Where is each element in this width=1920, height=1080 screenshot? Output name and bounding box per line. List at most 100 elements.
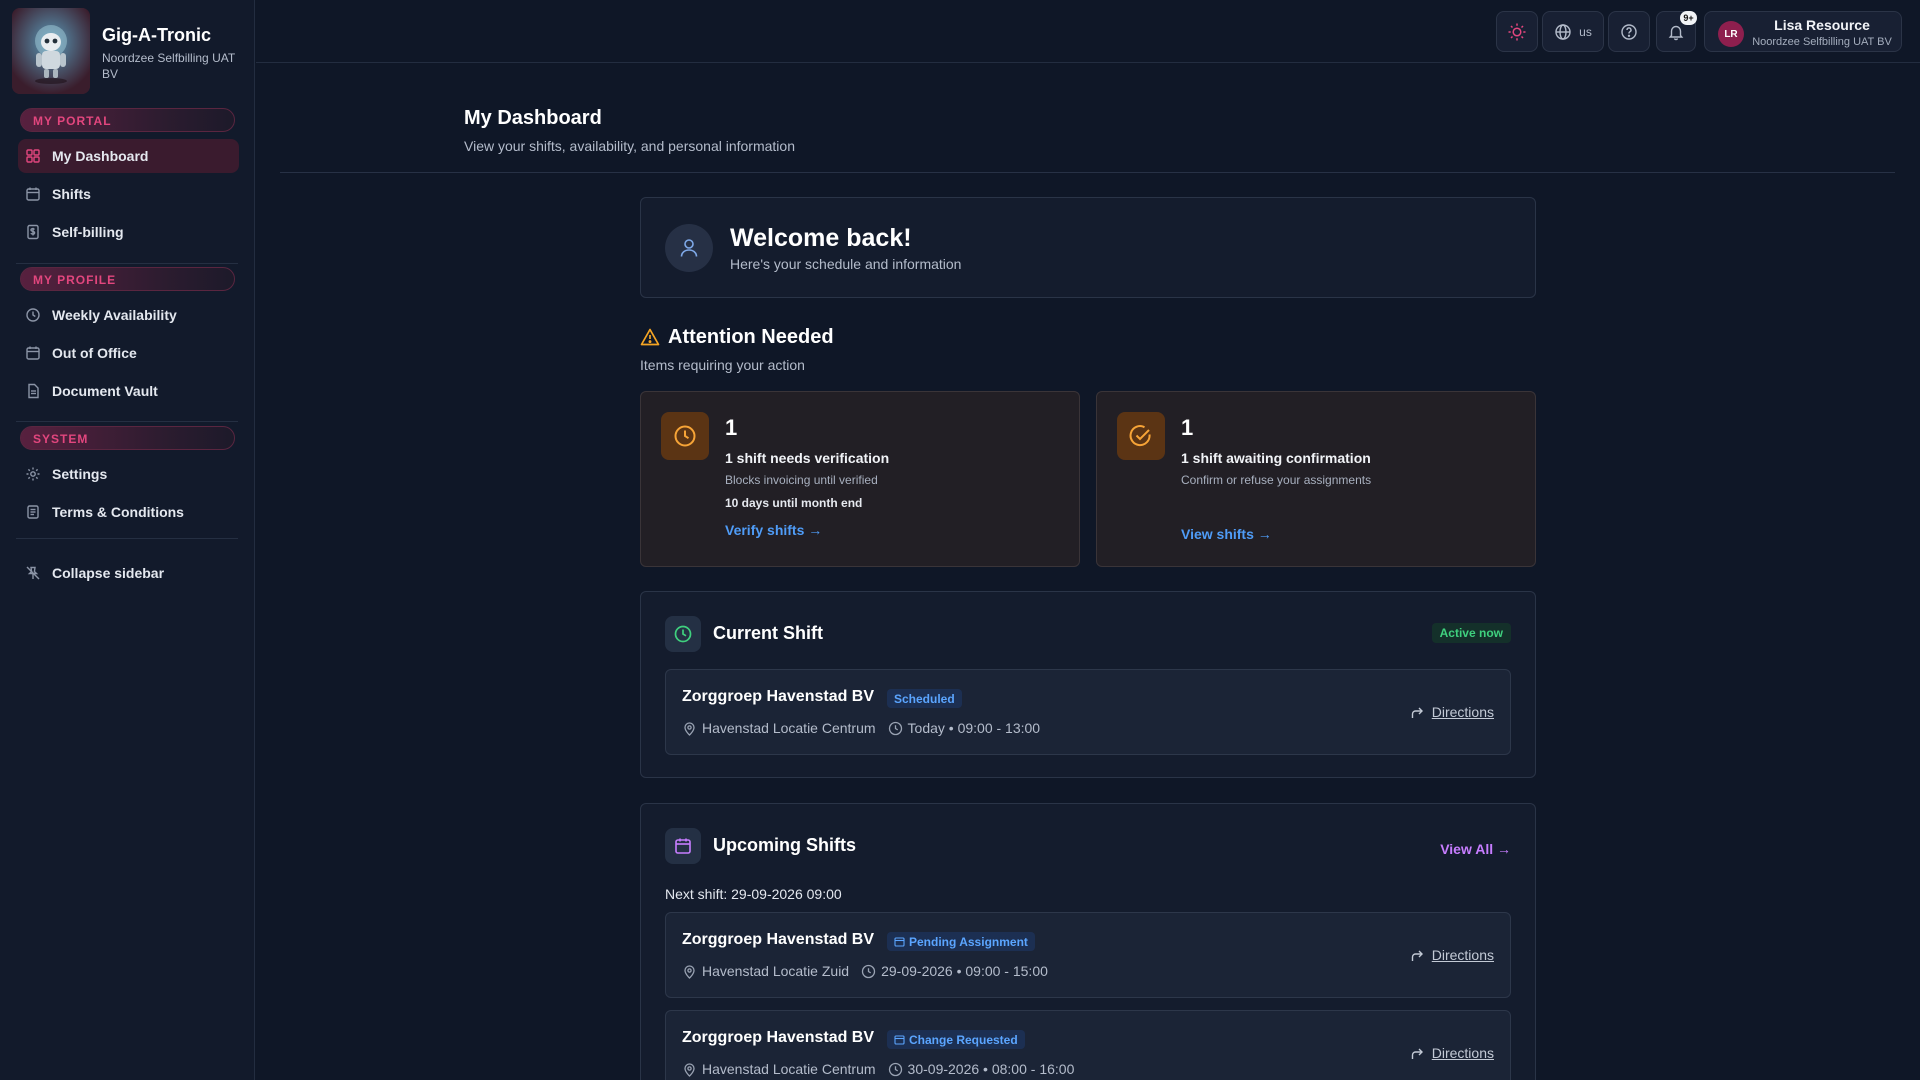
collapse-sidebar-button[interactable]: Collapse sidebar <box>18 556 239 590</box>
shift-location: Havenstad Locatie Zuid <box>702 963 850 979</box>
attention-title: Attention Needed <box>668 326 834 348</box>
upcoming-shifts-title: Upcoming Shifts <box>713 835 856 855</box>
language-selector[interactable]: us <box>1542 11 1604 52</box>
bell-icon <box>1667 23 1685 41</box>
sidebar-item-label: Out of Office <box>52 345 137 361</box>
alert-title: 1 shift awaiting confirmation <box>1181 450 1371 466</box>
clock-icon <box>661 412 709 460</box>
notifications-button[interactable]: 9+ <box>1656 11 1697 52</box>
avatar: LR <box>1718 21 1744 47</box>
map-pin-icon <box>682 721 697 736</box>
sidebar-item-label: Shifts <box>52 186 91 202</box>
shift-meta: Havenstad Locatie Centrum 30-09-2026 • 0… <box>682 1061 1074 1077</box>
sidebar-item-shifts[interactable]: Shifts <box>18 177 239 211</box>
sidebar: Gig-A-Tronic Noordzee Selfbilling UAT BV… <box>0 0 255 1080</box>
shift-time: Today • 09:00 - 13:00 <box>907 720 1041 736</box>
calendar-icon <box>25 345 41 361</box>
sidebar-item-my-dashboard[interactable]: My Dashboard <box>18 139 239 173</box>
brand-header[interactable]: Gig-A-Tronic Noordzee Selfbilling UAT BV <box>12 8 250 96</box>
sidebar-item-settings[interactable]: Settings <box>18 457 239 491</box>
alert-title: 1 shift needs verification <box>725 450 890 466</box>
welcome-subtitle: Here's your schedule and information <box>730 256 962 272</box>
user-icon <box>665 224 713 272</box>
section-label-my-portal: MY PORTAL <box>20 108 235 132</box>
section-label-my-profile: MY PROFILE <box>20 267 235 291</box>
clock-icon <box>888 1062 903 1077</box>
page-title: My Dashboard <box>464 107 602 129</box>
help-circle-icon <box>1620 23 1638 41</box>
sidebar-item-self-billing[interactable]: Self-billing <box>18 215 239 249</box>
welcome-card: Welcome back! Here's your schedule and i… <box>640 197 1536 298</box>
verify-shifts-link[interactable]: Verify shifts → <box>725 522 822 538</box>
sidebar-item-label: Settings <box>52 466 108 482</box>
gear-icon <box>25 466 41 482</box>
sidebar-divider <box>16 263 238 264</box>
check-circle-icon <box>1117 412 1165 460</box>
directions-link[interactable]: Directions <box>1410 704 1494 720</box>
shift-row[interactable]: Zorggroep Havenstad BV Pending Assignmen… <box>665 912 1511 998</box>
upcoming-shifts-card: Upcoming Shifts View All → Next shift: 2… <box>640 803 1536 1080</box>
view-all-link[interactable]: View All → <box>1440 841 1511 857</box>
view-shifts-link[interactable]: View shifts → <box>1181 526 1272 542</box>
user-menu-button[interactable]: LR Lisa Resource Noordzee Selfbilling UA… <box>1704 11 1902 52</box>
shift-time: 30-09-2026 • 08:00 - 16:00 <box>907 1061 1075 1077</box>
sidebar-item-label: Self-billing <box>52 224 124 240</box>
calendar-icon <box>665 828 701 864</box>
shift-organization: Zorggroep Havenstad BV <box>682 688 875 705</box>
sidebar-divider <box>16 421 238 422</box>
shift-row[interactable]: Zorggroep Havenstad BV Scheduled Havenst… <box>665 669 1511 755</box>
directions-link[interactable]: Directions <box>1410 1045 1494 1061</box>
header-divider <box>280 172 1895 173</box>
sidebar-item-label: Terms & Conditions <box>52 504 184 520</box>
shift-organization: Zorggroep Havenstad BV <box>682 1029 875 1046</box>
page-subtitle: View your shifts, availability, and pers… <box>464 138 795 154</box>
sidebar-divider <box>16 538 238 539</box>
sidebar-item-label: Document Vault <box>52 383 158 399</box>
alert-description: Confirm or refuse your assignments <box>1181 473 1372 487</box>
brand-name: Gig-A-Tronic <box>102 25 211 45</box>
shift-meta: Havenstad Locatie Zuid 29-09-2026 • 09:0… <box>682 963 1048 979</box>
clock-icon <box>25 307 41 323</box>
directions-link[interactable]: Directions <box>1410 947 1494 963</box>
sun-icon <box>1507 22 1527 42</box>
status-badge: Active now <box>1431 623 1511 643</box>
calendar-icon <box>894 1034 905 1045</box>
warning-triangle-icon <box>640 327 660 347</box>
clock-icon <box>861 964 876 979</box>
shift-location: Havenstad Locatie Centrum <box>702 1061 876 1077</box>
verification-alert-card: 1 1 shift needs verification Blocks invo… <box>640 391 1080 567</box>
directions-arrow-icon <box>1410 705 1425 720</box>
clock-icon <box>888 721 903 736</box>
pin-off-icon <box>25 565 41 581</box>
scroll-icon <box>25 504 41 520</box>
shift-meta: Havenstad Locatie Centrum Today • 09:00 … <box>682 720 1040 736</box>
theme-toggle-button[interactable] <box>1496 11 1538 52</box>
calendar-icon <box>894 936 905 947</box>
help-button[interactable] <box>1608 11 1650 52</box>
sidebar-item-terms-conditions[interactable]: Terms & Conditions <box>18 495 239 529</box>
map-pin-icon <box>682 964 697 979</box>
shift-status-badge: Change Requested <box>887 1030 1025 1049</box>
sidebar-item-label: My Dashboard <box>52 148 149 164</box>
document-icon <box>25 383 41 399</box>
current-shift-title: Current Shift <box>713 623 823 643</box>
shift-organization: Zorggroep Havenstad BV <box>682 931 875 948</box>
clock-icon <box>665 616 701 652</box>
shift-row[interactable]: Zorggroep Havenstad BV Change Requested … <box>665 1010 1511 1080</box>
notifications-badge: 9+ <box>1680 11 1697 25</box>
shift-status-badge: Pending Assignment <box>887 932 1035 951</box>
brand-org: Noordzee Selfbilling UAT BV <box>102 51 235 81</box>
shift-location: Havenstad Locatie Centrum <box>702 720 876 736</box>
top-bar: us 9+ LR Lisa Resource Noordzee Selfbill… <box>256 0 1920 63</box>
collapse-sidebar-label: Collapse sidebar <box>52 565 165 581</box>
directions-arrow-icon <box>1410 948 1425 963</box>
welcome-title: Welcome back! <box>730 224 912 252</box>
shift-time: 29-09-2026 • 09:00 - 15:00 <box>881 963 1048 979</box>
dashboard-grid-icon <box>25 148 41 164</box>
sidebar-item-document-vault[interactable]: Document Vault <box>18 374 239 408</box>
sidebar-item-weekly-availability[interactable]: Weekly Availability <box>18 298 239 332</box>
sidebar-item-out-of-office[interactable]: Out of Office <box>18 336 239 370</box>
map-pin-icon <box>682 1062 697 1077</box>
shift-status-badge: Scheduled <box>887 689 962 708</box>
user-org: Noordzee Selfbilling UAT BV <box>1752 36 1892 48</box>
